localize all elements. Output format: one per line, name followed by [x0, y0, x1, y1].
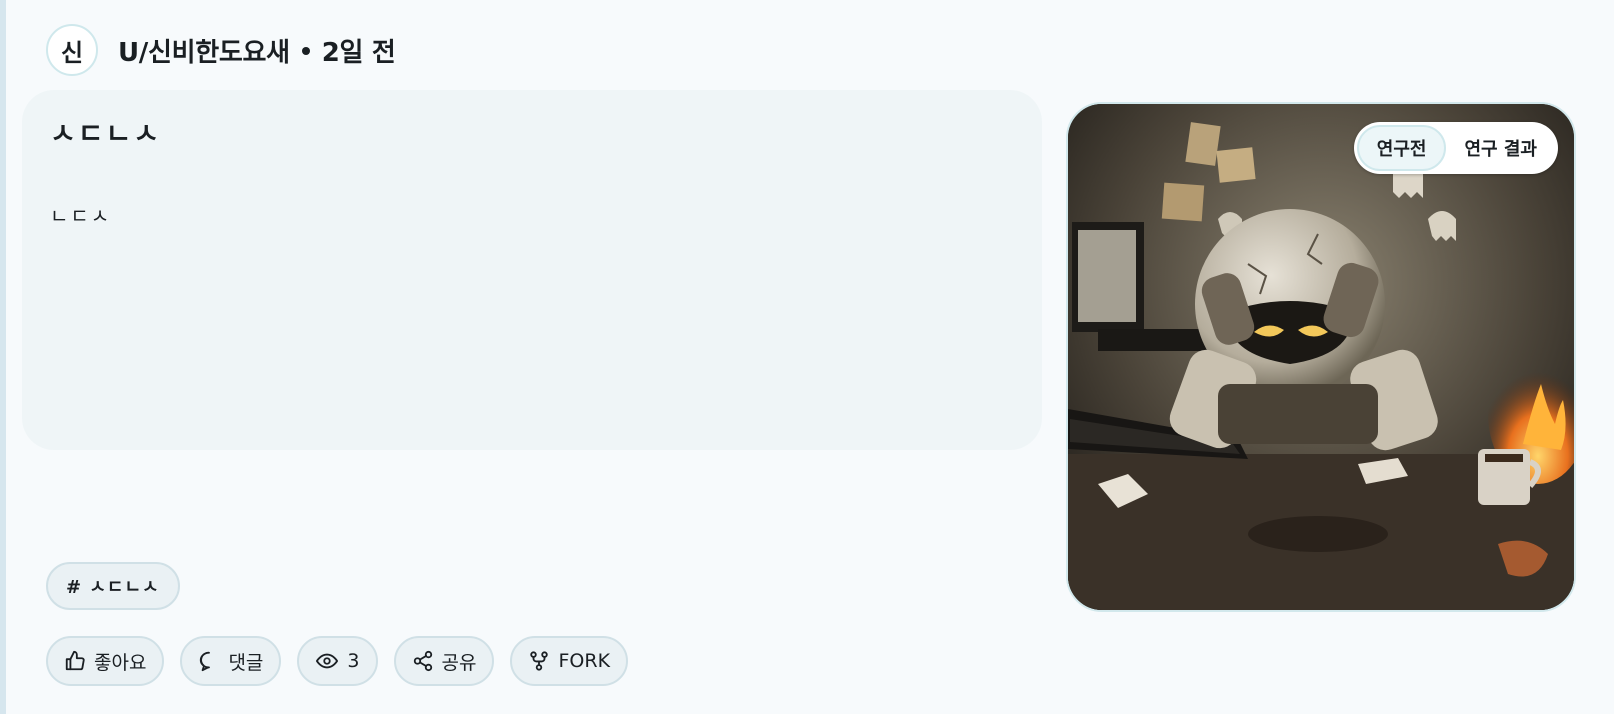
- post-time: 2일 전: [321, 37, 396, 68]
- post-content-card: ㅅㄷㄴㅅ ㄴㄷㅅ: [22, 90, 1042, 450]
- fork-label: FORK: [558, 650, 611, 672]
- avatar[interactable]: 신: [46, 24, 98, 76]
- views-button[interactable]: 3: [297, 636, 378, 686]
- speech-bubble-icon: [198, 650, 220, 672]
- post-title: ㅅㄷㄴㅅ: [50, 117, 162, 150]
- fork-button[interactable]: FORK: [510, 636, 629, 686]
- thumbs-up-icon: [64, 650, 86, 672]
- like-button[interactable]: 좋아요: [46, 636, 165, 686]
- post-body: ㄴㄷㅅ: [50, 204, 112, 228]
- toggle-option-before[interactable]: 연구전: [1356, 125, 1447, 171]
- username[interactable]: U/신비한도요새: [118, 38, 290, 68]
- share-label: 공유: [441, 651, 477, 674]
- left-edge-border: [0, 0, 6, 714]
- post-image[interactable]: 연구전 연구 결과: [1066, 102, 1576, 612]
- tag-chip[interactable]: # ㅅㄷㄴㅅ: [46, 562, 180, 610]
- views-count: 3: [347, 650, 360, 672]
- separator-dot: [301, 47, 310, 55]
- action-bar: 좋아요 댓글 3 공유 FORK: [46, 636, 629, 686]
- share-icon: [412, 650, 434, 672]
- eye-icon: [315, 650, 339, 672]
- image-view-toggle: 연구전 연구 결과: [1353, 122, 1558, 174]
- comment-button[interactable]: 댓글: [180, 636, 282, 686]
- robot-illustration: [1068, 104, 1574, 610]
- comment-label: 댓글: [228, 651, 264, 674]
- fork-icon: [528, 650, 550, 672]
- post-header: 신 U/신비한도요새 2일 전: [46, 22, 396, 78]
- like-label: 좋아요: [94, 651, 147, 674]
- share-button[interactable]: 공유: [393, 636, 495, 686]
- toggle-option-result[interactable]: 연구 결과: [1446, 125, 1555, 171]
- author-line: U/신비한도요새 2일 전: [118, 32, 396, 69]
